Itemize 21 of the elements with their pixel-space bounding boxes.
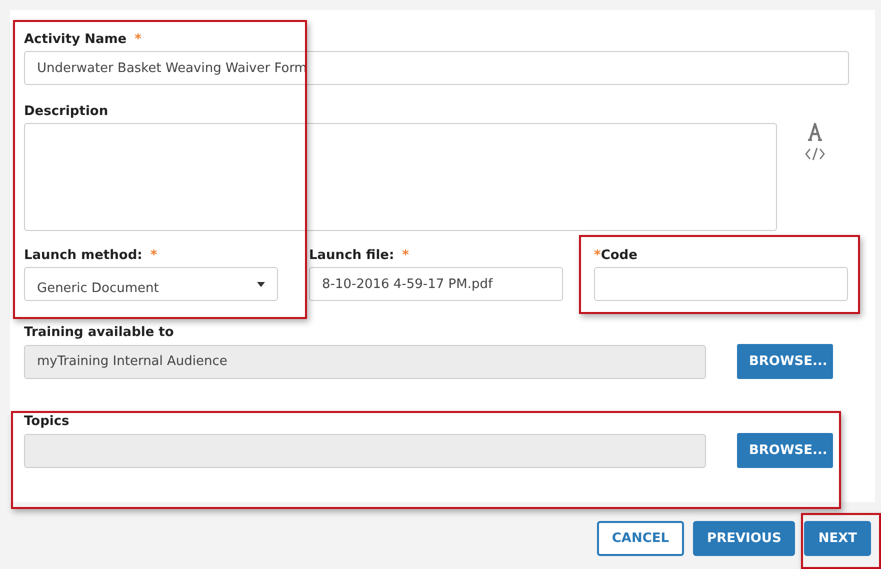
nav-button[interactable]: PREVIOUS — [693, 521, 796, 556]
field-label: Description — [24, 104, 108, 119]
field-label: Training available to — [24, 325, 174, 340]
field-label: Launch file: — [309, 248, 394, 263]
required-asterisk: * — [150, 248, 158, 263]
required-asterisk: * — [594, 248, 601, 263]
field-label: Code — [600, 248, 638, 263]
launch-file-field[interactable]: 8-10-2016 4-59-17 PM.pdf — [309, 267, 563, 301]
required-asterisk: * — [134, 32, 142, 47]
field-label: Activity Name — [24, 32, 127, 47]
caret-icon — [257, 282, 265, 286]
code-field[interactable] — [594, 267, 848, 301]
nav-button[interactable]: NEXT — [804, 521, 871, 556]
description-field[interactable] — [24, 123, 777, 231]
launch-method-dropdown[interactable]: Generic Document — [24, 267, 278, 301]
cancel-button[interactable]: CANCEL — [596, 521, 684, 556]
field-label: Topics — [24, 414, 70, 429]
code-icon[interactable] — [805, 147, 825, 161]
font-icon[interactable] — [807, 123, 823, 141]
required-asterisk: * — [402, 248, 409, 263]
field-label: Launch method: — [24, 248, 142, 263]
